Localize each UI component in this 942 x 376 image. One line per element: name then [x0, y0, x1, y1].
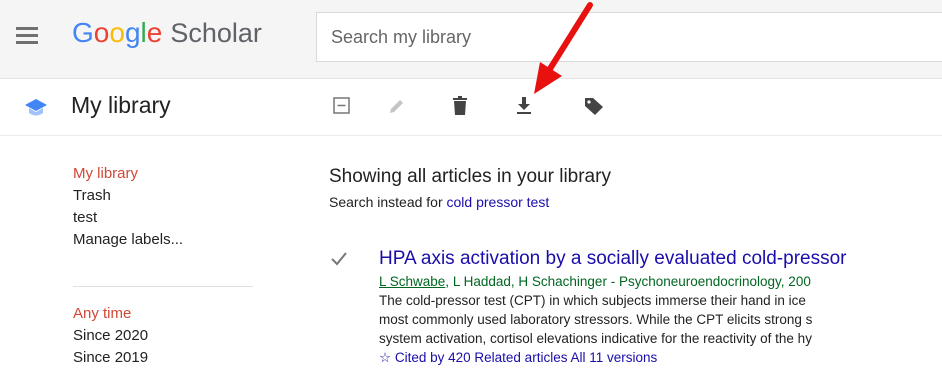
sidebar-item-manage-labels[interactable]: Manage labels...: [73, 229, 263, 251]
time-filter-since-2020[interactable]: Since 2020: [73, 325, 263, 347]
result-body: HPA axis activation by a socially evalua…: [379, 247, 942, 367]
top-bar: Google Scholar: [0, 0, 942, 79]
sidebar-item-my-library[interactable]: My library: [73, 163, 263, 185]
page-title: My library: [71, 92, 171, 118]
checkmark-icon[interactable]: [329, 249, 349, 269]
results-heading: Showing all articles in your library: [329, 166, 611, 187]
logo-letter: G: [72, 17, 94, 48]
graduation-cap-icon: [25, 99, 47, 116]
snippet-line: The cold-pressor test (CPT) in which sub…: [379, 293, 806, 308]
select-all-icon[interactable]: [330, 94, 354, 118]
result-links[interactable]: ☆ Cited by 420 Related articles All 11 v…: [379, 348, 942, 367]
label-icon[interactable]: [582, 94, 606, 118]
snippet-line: system activation, cortisol elevations i…: [379, 331, 812, 346]
author-separator: ,: [445, 274, 453, 289]
snippet-line: most commonly used laboratory stressors.…: [379, 312, 813, 327]
result-source: - Psychoneuroendocrinology, 200: [606, 274, 811, 289]
search-input[interactable]: [316, 12, 942, 62]
result-title-link[interactable]: HPA axis activation by a socially evalua…: [379, 247, 942, 271]
search-instead-link[interactable]: cold pressor test: [447, 194, 550, 210]
result-authors: L Schwabe, L Haddad, H Schachinger - Psy…: [379, 273, 942, 291]
logo-letter: g: [124, 17, 141, 48]
time-filter-since-2019[interactable]: Since 2019: [73, 347, 263, 369]
sidebar-item-test-label[interactable]: test: [73, 207, 263, 229]
author-name: H Schachinger: [518, 274, 607, 289]
time-filter-list: Any time Since 2020 Since 2019: [73, 303, 263, 369]
time-filter-any-time[interactable]: Any time: [73, 303, 263, 325]
google-scholar-logo[interactable]: Google Scholar: [72, 17, 262, 49]
export-icon[interactable]: [512, 94, 536, 118]
logo-scholar-text: Scholar: [170, 18, 262, 48]
search-instead-prefix: Search instead for: [329, 194, 447, 210]
sidebar-divider: [73, 286, 253, 287]
logo-letter: o: [109, 17, 125, 48]
results-header: Showing all articles in your library Sea…: [329, 166, 942, 210]
menu-icon[interactable]: [16, 27, 38, 45]
author-name: L Haddad: [452, 274, 511, 289]
logo-letter: o: [93, 17, 110, 48]
author-link[interactable]: L Schwabe: [379, 274, 445, 289]
sidebar-item-trash[interactable]: Trash: [73, 185, 263, 207]
delete-icon[interactable]: [448, 94, 472, 118]
sidebar-nav: My library Trash test Manage labels...: [73, 163, 263, 251]
search-instead-line: Search instead for cold pressor test: [329, 194, 942, 210]
edit-icon[interactable]: [385, 94, 409, 118]
logo-letter: e: [146, 17, 163, 48]
